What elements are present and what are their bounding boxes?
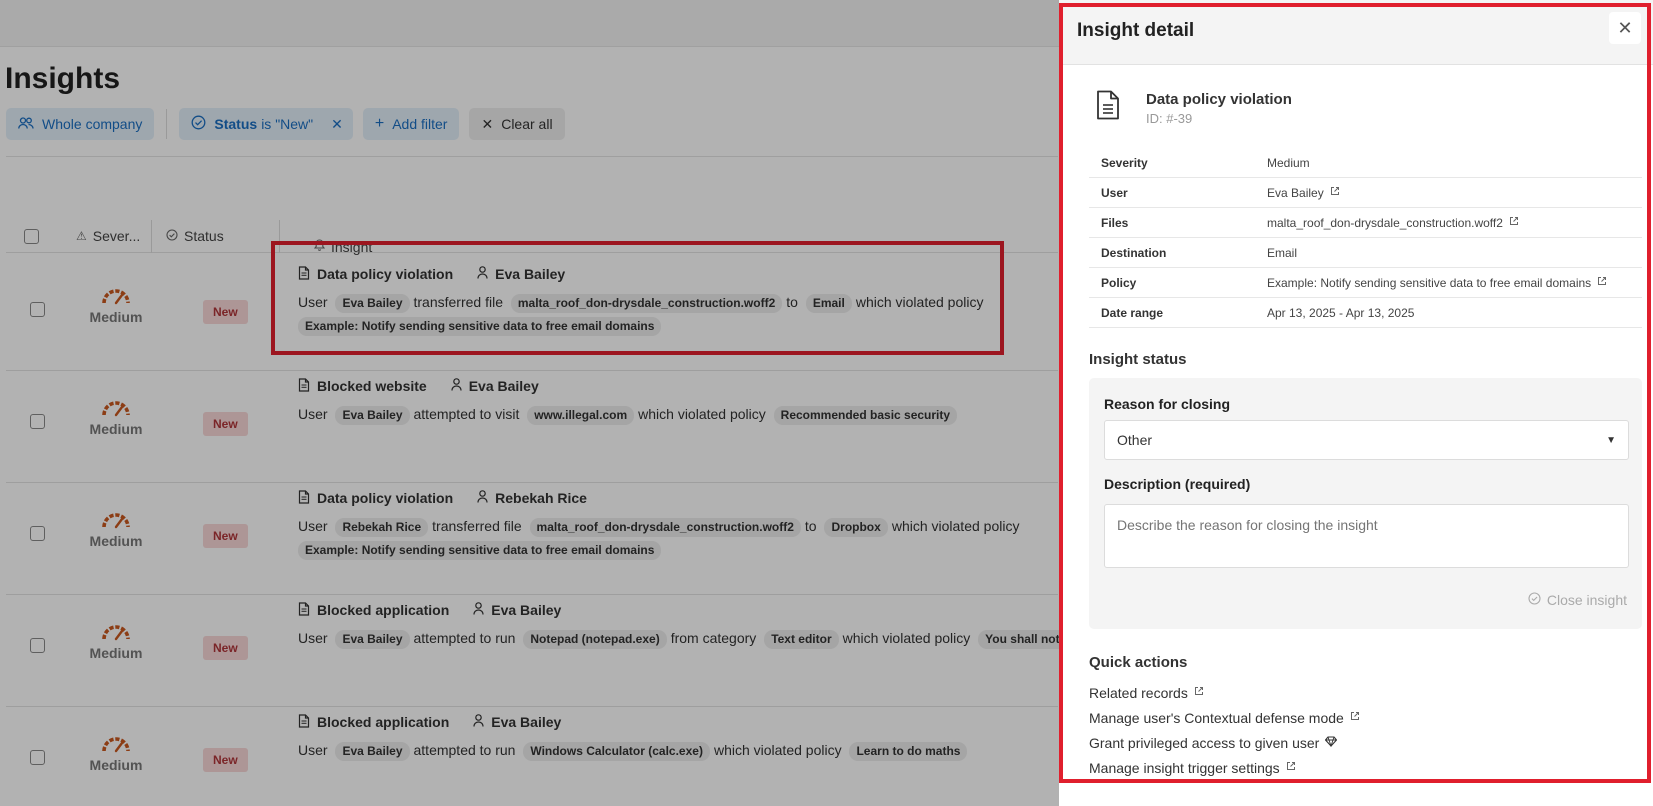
quick-action-label: Manage user's Contextual defense mode: [1089, 709, 1344, 726]
detail-value-text: Apr 13, 2025 - Apr 13, 2025: [1267, 305, 1415, 320]
insight-status-form: Reason for closing Other ▼ Description (…: [1089, 378, 1642, 629]
detail-value[interactable]: malta_roof_don-drysdale_construction.wof…: [1267, 216, 1519, 230]
detail-value[interactable]: Eva Bailey: [1267, 186, 1340, 200]
close-insight-button[interactable]: Close insight: [1528, 592, 1627, 608]
detail-row: Destination Email: [1089, 238, 1642, 268]
insight-detail-drawer: Insight detail ✕ Data policy violation I…: [1059, 0, 1653, 806]
external-link-icon: [1194, 686, 1204, 699]
caret-down-icon: ▼: [1606, 434, 1616, 446]
detail-value-text: Email: [1267, 245, 1298, 260]
insight-id: ID: #-39: [1146, 111, 1193, 126]
quick-action-link[interactable]: Related records: [1089, 680, 1360, 705]
detail-row: Date range Apr 13, 2025 - Apr 13, 2025: [1089, 298, 1642, 328]
detail-row: Policy Example: Notify sending sensitive …: [1089, 268, 1642, 298]
reason-select[interactable]: Other ▼: [1104, 420, 1629, 460]
reason-label: Reason for closing: [1104, 396, 1231, 412]
premium-gem-icon: [1325, 735, 1338, 750]
detail-key: Destination: [1101, 245, 1167, 260]
close-drawer-button[interactable]: ✕: [1609, 12, 1641, 44]
insight-status-title: Insight status: [1089, 351, 1187, 368]
detail-value-text[interactable]: Eva Bailey: [1267, 186, 1324, 200]
detail-key: Date range: [1101, 305, 1164, 320]
quick-action-link[interactable]: Manage user's Contextual defense mode: [1089, 705, 1360, 730]
detail-row: Severity Medium: [1089, 148, 1642, 178]
reason-value: Other: [1117, 432, 1153, 448]
detail-value: Apr 13, 2025 - Apr 13, 2025: [1267, 306, 1414, 320]
detail-value[interactable]: Example: Notify sending sensitive data t…: [1267, 276, 1607, 290]
detail-value-text[interactable]: malta_roof_don-drysdale_construction.wof…: [1267, 216, 1503, 230]
external-link-icon: [1286, 761, 1296, 774]
insight-name: Data policy violation: [1146, 91, 1292, 108]
detail-key: Severity: [1101, 155, 1148, 170]
drawer-title: Insight detail: [1077, 20, 1195, 41]
detail-value-text[interactable]: Example: Notify sending sensitive data t…: [1267, 276, 1591, 290]
detail-value: Medium: [1267, 156, 1310, 170]
quick-action-link[interactable]: Grant privileged access to given user: [1089, 730, 1360, 755]
close-icon: ✕: [1617, 17, 1633, 38]
external-link-icon[interactable]: [1597, 276, 1607, 289]
detail-key: Files: [1101, 215, 1129, 230]
quick-action-label: Related records: [1089, 684, 1188, 701]
detail-row: Files malta_roof_don-drysdale_constructio…: [1089, 208, 1642, 238]
detail-key: Policy: [1101, 275, 1137, 290]
quick-action-label: Manage insight trigger settings: [1089, 759, 1280, 776]
check-circle-icon: [1528, 592, 1541, 608]
quick-actions-list: Related records Manage user's Contextual …: [1089, 680, 1360, 780]
external-link-icon[interactable]: [1509, 216, 1519, 229]
detail-value-text: Medium: [1267, 155, 1310, 170]
quick-actions-title: Quick actions: [1089, 654, 1188, 671]
document-icon: [1095, 90, 1121, 125]
external-link-icon[interactable]: [1330, 186, 1340, 199]
drawer-header: Insight detail ✕: [1059, 0, 1653, 65]
close-insight-label: Close insight: [1546, 592, 1627, 608]
detail-value: Email: [1267, 246, 1297, 260]
quick-action-label: Grant privileged access to given user: [1089, 734, 1320, 751]
external-link-icon: [1350, 711, 1360, 724]
description-input[interactable]: [1104, 504, 1629, 568]
detail-row: User Eva Bailey: [1089, 178, 1642, 208]
detail-key: User: [1101, 185, 1128, 200]
insight-details-table: Severity Medium User Eva Bailey Files malta_r…: [1089, 148, 1642, 328]
quick-action-link[interactable]: Manage insight trigger settings: [1089, 755, 1360, 780]
description-label: Description (required): [1104, 476, 1251, 492]
